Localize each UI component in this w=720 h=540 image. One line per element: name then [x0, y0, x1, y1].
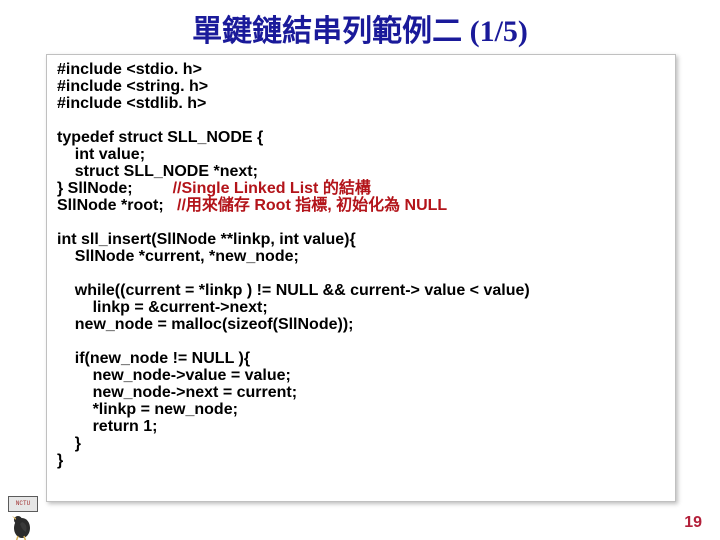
code-line: }: [57, 452, 63, 469]
slide: 單鍵鏈結串列範例二 (1/5) #include <stdio. h> #inc…: [0, 6, 720, 540]
code-comment: //用來儲存 Root 指標, 初始化為 NULL: [177, 197, 447, 214]
code-line: #include <stdio. h>: [57, 61, 202, 78]
page-number: 19: [684, 514, 702, 532]
code-line: new_node = malloc(sizeof(SllNode));: [57, 316, 353, 333]
code-box: #include <stdio. h> #include <string. h>…: [46, 54, 676, 502]
code-line: new_node->value = value;: [57, 367, 291, 384]
slide-title: 單鍵鏈結串列範例二 (1/5): [0, 6, 720, 50]
code-content: #include <stdio. h> #include <string. h>…: [57, 61, 665, 469]
code-line: SllNode *current, *new_node;: [57, 248, 299, 265]
code-line: typedef struct SLL_NODE {: [57, 129, 263, 146]
code-line: } SllNode;: [57, 180, 173, 197]
code-line: #include <stdlib. h>: [57, 95, 206, 112]
code-line: }: [57, 435, 81, 452]
code-line: linkp = &current->next;: [57, 299, 268, 316]
code-line: *linkp = new_node;: [57, 401, 238, 418]
code-line: while((current = *linkp ) != NULL && cur…: [57, 282, 530, 299]
code-line: return 1;: [57, 418, 157, 435]
code-line: struct SLL_NODE *next;: [57, 163, 258, 180]
code-comment: //Single Linked List 的結構: [173, 180, 371, 197]
code-line: if(new_node != NULL ){: [57, 350, 250, 367]
code-line: SllNode *root;: [57, 197, 177, 214]
bird-icon: [6, 508, 40, 540]
code-line: int value;: [57, 146, 145, 163]
code-line: new_node->next = current;: [57, 384, 297, 401]
code-line: int sll_insert(SllNode **linkp, int valu…: [57, 231, 356, 248]
logo: NCTU: [6, 496, 40, 540]
code-line: #include <string. h>: [57, 78, 208, 95]
